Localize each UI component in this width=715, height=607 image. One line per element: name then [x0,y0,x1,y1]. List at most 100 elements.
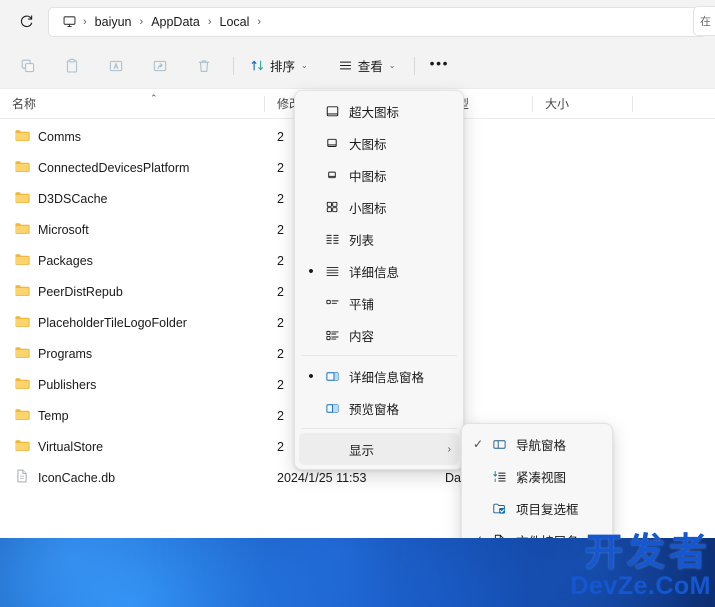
sort-label: 排序 [270,60,296,74]
menu-item-extra-large-icons[interactable]: 超大图标 [299,95,459,127]
file-name-label: Publishers [38,377,97,392]
more-options-button[interactable]: ••• [422,51,456,81]
share-icon[interactable] [142,51,178,81]
menu-item-content[interactable]: 内容 [299,319,459,351]
file-name-label: D3DSCache [38,191,108,206]
submenu-item-label: 导航窗格 [516,438,567,453]
submenu-item-navigation-pane[interactable]: ✓ 导航窗格 [466,428,608,460]
menu-item-label: 预览窗格 [349,402,400,417]
submenu-item-compact-view[interactable]: 紧凑视图 [466,460,608,492]
toolbar-divider-2 [414,56,416,75]
file-name-cell[interactable]: Publishers [0,375,265,394]
file-name-cell[interactable]: Microsoft [0,220,265,239]
menu-item-label: 小图标 [349,201,387,216]
file-name-label: VirtualStore [38,439,104,454]
file-name-label: Packages [38,253,93,268]
breadcrumb-item-local[interactable]: Local [213,13,257,31]
check-icon: ✓ [472,437,484,451]
menu-item-list[interactable]: 列表 [299,223,459,255]
menu-item-medium-icons[interactable]: 中图标 [299,159,459,191]
folder-icon [14,127,30,146]
folder-icon [14,251,30,270]
file-name-label: Microsoft [38,222,89,237]
breadcrumb-item-baiyun[interactable]: baiyun [88,13,139,31]
menu-item-small-icons[interactable]: 小图标 [299,191,459,223]
file-name-cell[interactable]: ConnectedDevicesPlatform [0,158,265,177]
paste-icon[interactable] [54,51,90,81]
file-name-cell[interactable]: Packages [0,251,265,270]
sort-ascending-icon: ⌃ [150,92,158,103]
menu-divider-2 [301,428,457,429]
file-icon [14,468,30,487]
file-name-label: Temp [38,408,69,423]
copy-icon[interactable] [10,51,46,81]
submenu-item-label: 紧凑视图 [516,470,567,485]
file-name-label: ConnectedDevicesPlatform [38,160,190,175]
file-name-cell[interactable]: IconCache.db [0,468,265,487]
toolbar-divider-1 [233,56,234,75]
view-button[interactable]: 查看 ⌄ [329,51,405,81]
column-header-name[interactable]: 名称 ⌃ [0,89,265,119]
details-view-icon [319,264,345,279]
file-name-cell[interactable]: D3DSCache [0,189,265,208]
rename-icon[interactable] [98,51,134,81]
submenu-item-label: 文件扩展名 [512,531,579,539]
small-icons-icon [319,200,345,214]
menu-item-label: 内容 [349,329,375,344]
breadcrumb-item-appdata[interactable]: AppData [144,13,207,31]
file-name-cell[interactable]: VirtualStore [0,437,265,456]
search-input[interactable]: 在 [693,6,715,36]
selected-bullet: • [308,367,314,385]
menu-item-label: 显示 [349,443,375,458]
menu-item-label: 平铺 [349,297,375,312]
address-bar[interactable]: › baiyun › AppData › Local › [48,6,707,37]
sort-button[interactable]: 排序 ⌄ [241,51,317,81]
view-context-menu: 超大图标 大图标 中图标 小图标 列表 • 详细信息 平铺 内容 • 详细信息窗… [294,90,464,470]
file-name-cell[interactable]: PlaceholderTileLogoFolder [0,313,265,332]
breadcrumb-separator-3: › [257,15,262,28]
submenu-item-label: 项目复选框 [516,502,579,517]
search-placeholder: 在 [700,16,711,28]
menu-item-large-icons[interactable]: 大图标 [299,127,459,159]
navigation-pane-icon [486,437,512,452]
delete-icon[interactable] [186,51,222,81]
file-explorer-window: › baiyun › AppData › Local › 在 排序 ⌄ 查看 ⌄… [0,0,715,538]
column-header-size-label: 大小 [545,97,570,111]
submenu-item-item-checkboxes[interactable]: 项目复选框 [466,492,608,524]
file-name-cell[interactable]: Comms [0,127,265,146]
folder-icon [14,437,30,456]
file-name-label: IconCache.db [38,470,116,485]
menu-item-preview-pane[interactable]: 预览窗格 [299,392,459,424]
file-extensions-icon [486,533,512,538]
file-name-label: PlaceholderTileLogoFolder [38,315,187,330]
file-name-cell[interactable]: PeerDistRepub [0,282,265,301]
file-name-cell[interactable]: Programs [0,344,265,363]
chevron-down-icon: ⌄ [301,61,308,70]
folder-icon [14,313,30,332]
large-icons-icon [319,136,345,150]
folder-icon [14,375,30,394]
this-pc-icon[interactable] [57,14,82,29]
check-icon: ✓ [470,533,486,538]
medium-icons-icon [319,169,345,181]
menu-item-details-pane[interactable]: • 详细信息窗格 [299,360,459,392]
file-name-cell[interactable]: Temp [0,406,265,425]
address-bar-row: › baiyun › AppData › Local › 在 [0,0,715,43]
file-name-label: Comms [38,129,82,144]
column-header-size[interactable]: 大小 [533,89,633,119]
folder-icon [14,189,30,208]
tiles-view-icon [319,296,345,311]
show-submenu: ✓ 导航窗格 紧凑视图 项目复选框 [461,423,613,538]
submenu-item-file-extensions[interactable]: ✓ 文件扩展名 [466,524,608,538]
menu-item-tiles[interactable]: 平铺 [299,287,459,319]
refresh-button[interactable] [10,8,42,36]
chevron-down-icon: ⌄ [388,61,396,70]
preview-pane-icon [319,401,345,416]
menu-item-details[interactable]: • 详细信息 [299,255,459,287]
menu-divider-1 [301,355,457,356]
chevron-right-icon: › [447,443,451,455]
view-label: 查看 [357,60,383,74]
file-name-label: PeerDistRepub [38,284,123,299]
menu-item-show[interactable]: 显示 › [299,433,459,465]
selected-bullet: • [308,262,314,280]
